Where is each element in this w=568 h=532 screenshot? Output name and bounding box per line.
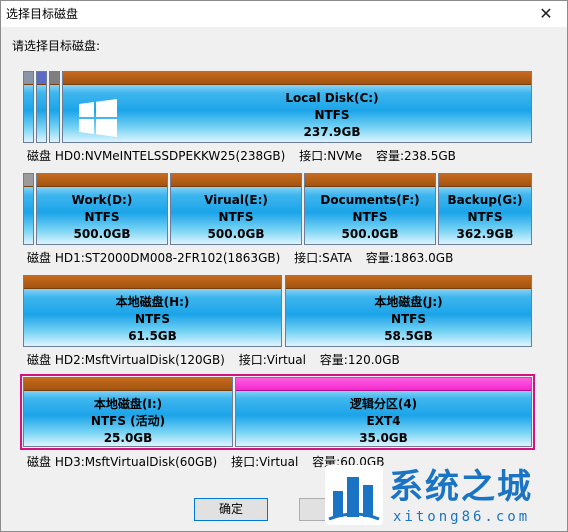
disk-info-hd1: 磁盘 HD1:ST2000DM008-2FR102(1863GB) 接口:SAT…: [27, 249, 463, 266]
window-title: 选择目标磁盘: [6, 7, 79, 21]
watermark-logo-icon: [325, 465, 383, 525]
ok-button[interactable]: 确定: [194, 498, 268, 521]
partition-name: Documents(F:): [320, 193, 420, 207]
partition-logical-4[interactable]: 逻辑分区(4) EXT4 35.0GB: [235, 377, 532, 447]
partition-e[interactable]: Virual(E:) NTFS 500.0GB: [170, 173, 302, 245]
disk-hd1: Work(D:) NTFS 500.0GB Virual(E:) NTFS 50…: [23, 173, 532, 245]
system-partition-1[interactable]: [23, 71, 34, 143]
partition-name: 本地磁盘(J:): [374, 295, 443, 309]
disk-capacity: 容量:238.5GB: [375, 149, 456, 163]
watermark-url: xitong86.com: [393, 509, 531, 525]
partition-name: 本地磁盘(H:): [115, 295, 190, 309]
partition-size: 500.0GB: [207, 227, 265, 241]
disk-model: 磁盘 HD0:NVMeINTELSSDPEKKW25(238GB): [27, 149, 286, 163]
disk-model: 磁盘 HD3:MsftVirtualDisk(60GB): [27, 455, 218, 469]
select-target-disk-dialog: 选择目标磁盘 ✕ 请选择目标磁盘: Local Disk(C:) NTFS 23…: [0, 0, 568, 532]
partition-fs: NTFS (活动): [90, 414, 166, 428]
system-partition-2[interactable]: [36, 71, 47, 143]
watermark-text: 系统之城: [389, 467, 533, 507]
partition-h[interactable]: 本地磁盘(H:) NTFS 61.5GB: [23, 275, 282, 347]
partition-name: Local Disk(C:): [285, 91, 379, 105]
partition-fs: NTFS: [467, 210, 503, 224]
disk-capacity: 容量:1863.0GB: [365, 251, 454, 265]
partition-fs: NTFS: [218, 210, 254, 224]
partition-fs: NTFS: [352, 210, 388, 224]
partition-c[interactable]: Local Disk(C:) NTFS 237.9GB: [62, 71, 532, 143]
system-partition-3[interactable]: [49, 71, 60, 143]
disk-interface: 接口:Virtual: [231, 455, 299, 469]
partition-d[interactable]: Work(D:) NTFS 500.0GB: [36, 173, 168, 245]
partition-size: 58.5GB: [384, 329, 433, 343]
windows-logo-icon: [79, 99, 117, 137]
partition-size: 362.9GB: [456, 227, 514, 241]
disk-interface: 接口:NVMe: [299, 149, 363, 163]
partition-fs: NTFS: [390, 312, 427, 326]
partition-i[interactable]: 本地磁盘(I:) NTFS (活动) 25.0GB: [23, 377, 233, 447]
partition-name: Work(D:): [71, 193, 133, 207]
close-icon[interactable]: ✕: [531, 2, 561, 26]
reserved-partition[interactable]: [23, 173, 34, 245]
disk-hd2: 本地磁盘(H:) NTFS 61.5GB 本地磁盘(J:) NTFS 58.5G…: [23, 275, 532, 347]
partition-name: 逻辑分区(4): [349, 397, 418, 411]
disk-hd3[interactable]: 本地磁盘(I:) NTFS (活动) 25.0GB 逻辑分区(4) EXT4 3…: [20, 374, 535, 450]
partition-g[interactable]: Backup(G:) NTFS 362.9GB: [438, 173, 532, 245]
partition-size: 35.0GB: [359, 431, 408, 445]
partition-name: Virual(E:): [204, 193, 268, 207]
partition-fs: NTFS: [134, 312, 171, 326]
partition-fs: NTFS: [314, 108, 350, 122]
disk-info-hd0: 磁盘 HD0:NVMeINTELSSDPEKKW25(238GB) 接口:NVM…: [27, 147, 466, 164]
partition-size: 61.5GB: [128, 329, 177, 343]
title-bar: 选择目标磁盘 ✕: [1, 1, 567, 27]
partition-name: 本地磁盘(I:): [93, 397, 163, 411]
partition-fs: NTFS: [84, 210, 120, 224]
disk-hd0: Local Disk(C:) NTFS 237.9GB: [23, 71, 532, 143]
partition-name: Backup(G:): [447, 193, 523, 207]
disk-info-hd2: 磁盘 HD2:MsftVirtualDisk(120GB) 接口:Virtual…: [27, 351, 410, 368]
disk-model: 磁盘 HD2:MsftVirtualDisk(120GB): [27, 353, 225, 367]
disk-interface: 接口:Virtual: [238, 353, 306, 367]
disk-interface: 接口:SATA: [294, 251, 352, 265]
partition-f[interactable]: Documents(F:) NTFS 500.0GB: [304, 173, 436, 245]
partition-size: 500.0GB: [341, 227, 399, 241]
partition-size: 25.0GB: [103, 431, 153, 445]
disk-model: 磁盘 HD1:ST2000DM008-2FR102(1863GB): [27, 251, 281, 265]
partition-size: 237.9GB: [303, 125, 361, 139]
disk-capacity: 容量:120.0GB: [319, 353, 400, 367]
watermark: 系统之城 xitong86.com: [319, 457, 568, 532]
partition-j[interactable]: 本地磁盘(J:) NTFS 58.5GB: [285, 275, 532, 347]
partition-fs: EXT4: [366, 414, 401, 428]
prompt-label: 请选择目标磁盘:: [12, 39, 101, 53]
partition-size: 500.0GB: [73, 227, 131, 241]
